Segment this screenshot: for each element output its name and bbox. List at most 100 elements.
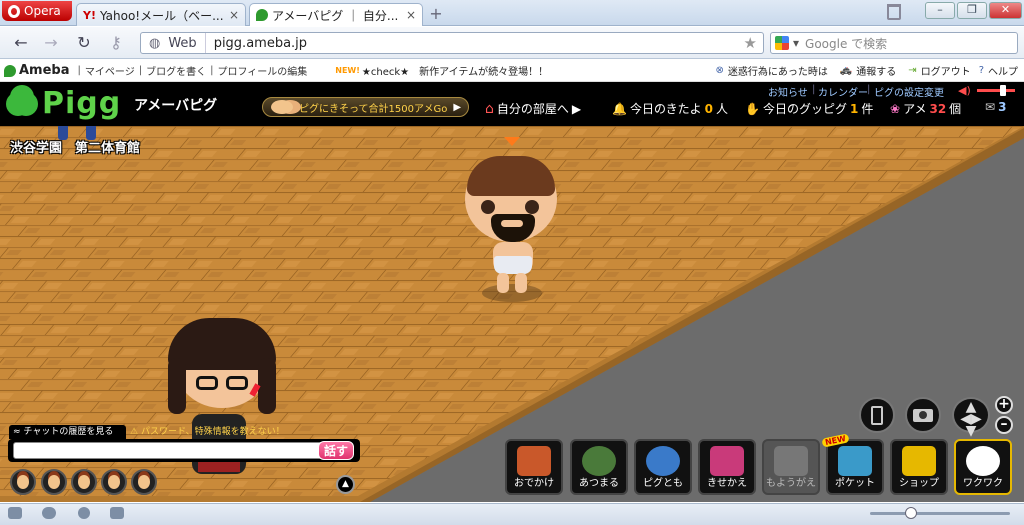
dock-kisekae[interactable]: きせかえ: [698, 439, 756, 495]
emote-face-3[interactable]: [71, 469, 97, 495]
clothes-icon: [710, 446, 744, 476]
ameba-logo-text: Ameba: [19, 63, 70, 78]
promo-banner[interactable]: ピグにきそって合計1500アメGo ▶: [262, 97, 469, 117]
camera-small-icon[interactable]: [110, 507, 124, 519]
link-trouble[interactable]: 迷惑行為にあった時は: [728, 63, 828, 78]
visitors-counter[interactable]: 🔔 今日のきたよ 0 人: [612, 100, 728, 117]
mail-count: 3: [998, 100, 1007, 114]
new-tab-button[interactable]: +: [427, 5, 445, 23]
avatar-leg: [497, 273, 509, 293]
separator: |: [812, 84, 816, 95]
separator: |: [77, 65, 81, 76]
move-pad[interactable]: ▲ ◀▶ ▼: [952, 397, 990, 438]
tab-close-icon[interactable]: ×: [406, 8, 416, 22]
cloud-icon[interactable]: [42, 507, 56, 519]
chevron-up-icon: ≈: [13, 427, 21, 437]
tab-yahoo-mail[interactable]: Y! Yahoo!メール（ベー... ×: [76, 3, 246, 26]
emote-face-2[interactable]: [41, 469, 67, 495]
pigg-logo[interactable]: Pigg: [6, 86, 121, 121]
camera-button[interactable]: [905, 397, 941, 433]
pocket-icon: [838, 446, 872, 476]
dock-wakuwaku[interactable]: ワクワク: [954, 439, 1012, 495]
good-pigg-counter[interactable]: ✋ 今日のグッピグ 1 件: [745, 100, 873, 117]
dock-label: ショップ: [899, 478, 939, 489]
zoom-in-icon[interactable]: +: [995, 396, 1013, 414]
panel-toggle-icon[interactable]: [8, 507, 22, 519]
link-mypage[interactable]: マイページ: [85, 63, 135, 78]
link-calendar[interactable]: カレンダー: [818, 84, 868, 99]
volume-knob[interactable]: [1000, 85, 1006, 96]
globe-icon: ◍: [149, 35, 161, 51]
forward-icon[interactable]: →: [40, 33, 62, 53]
bookmark-star-icon[interactable]: ★: [744, 34, 763, 52]
avatar-underwear: [494, 256, 532, 274]
opera-menu-button[interactable]: Opera: [2, 1, 72, 21]
maximize-button[interactable]: ❐: [957, 2, 987, 19]
ghost-icon: [966, 446, 1000, 476]
ame-unit: 個: [949, 102, 962, 116]
address-bar[interactable]: ◍ Web pigg.ameba.jp ★: [140, 32, 764, 54]
opera-icon: [8, 4, 20, 18]
mail-counter[interactable]: ✉ 3: [985, 100, 1006, 114]
reload-icon[interactable]: ↻: [73, 33, 95, 53]
talk-button[interactable]: 話す: [318, 441, 354, 460]
emote-face-4[interactable]: [101, 469, 127, 495]
room-name: 渋谷学園 第二体育館: [10, 141, 141, 156]
warning-text: パスワード、特殊情報を教えない！: [140, 427, 285, 437]
dock-moyougae[interactable]: もようがえ: [762, 439, 820, 495]
furniture-icon: [774, 446, 808, 476]
ame-counter[interactable]: ❀ アメ 32 個: [890, 100, 961, 117]
close-window-button[interactable]: ✕: [989, 2, 1022, 19]
news-ticker[interactable]: ★check★ 新作アイテムが続々登場！！: [362, 63, 548, 78]
bell-icon: 🔔: [612, 101, 627, 116]
link-help[interactable]: ヘルプ: [988, 63, 1018, 78]
link-edit-profile[interactable]: プロフィールの編集: [217, 63, 307, 78]
opera-label: Opera: [24, 4, 61, 18]
ameba-logo[interactable]: Ameba: [4, 63, 70, 78]
emote-face-5[interactable]: [131, 469, 157, 495]
link-report[interactable]: 通報する: [856, 63, 896, 78]
link-news[interactable]: お知らせ: [768, 84, 808, 99]
emote-face-1[interactable]: [10, 469, 36, 495]
back-icon[interactable]: ←: [10, 33, 32, 53]
tab-ameba-pigg[interactable]: アメーバピグ ｜ 自分... ×: [249, 3, 423, 26]
zoom-out-icon[interactable]: –: [995, 416, 1013, 434]
avatar-pigg-bald[interactable]: [465, 156, 557, 248]
site-info-button[interactable]: ◍ Web: [141, 33, 206, 53]
avatar-pigg-glasses[interactable]: [168, 318, 276, 418]
google-icon: [775, 36, 789, 50]
arrow-down-icon[interactable]: ▼: [954, 424, 988, 438]
chat-input[interactable]: [13, 442, 325, 459]
zoom-slider[interactable]: [870, 512, 1010, 515]
search-field[interactable]: ▾ Google で検索: [770, 32, 1018, 54]
link-write-blog[interactable]: ブログを書く: [146, 63, 206, 78]
link-logout[interactable]: ログアウト: [921, 63, 971, 78]
phone-button[interactable]: [859, 397, 895, 433]
scroll-up-icon[interactable]: ▲: [336, 475, 355, 494]
pigg-logo-text: Pigg: [42, 86, 122, 121]
key-icon[interactable]: ⚷: [105, 33, 127, 53]
dock-piggtomo[interactable]: ピグとも: [634, 439, 692, 495]
security-warning: ⚠ パスワード、特殊情報を教えない！: [130, 425, 285, 439]
link-pigg-settings[interactable]: ピグの設定変更: [874, 84, 944, 99]
volume-slider[interactable]: [977, 89, 1015, 92]
chevron-down-icon[interactable]: ▾: [793, 36, 799, 50]
zoom-slider-knob[interactable]: [905, 507, 917, 519]
dock-atsumaru[interactable]: あつまる: [570, 439, 628, 495]
minimize-button[interactable]: –: [925, 2, 955, 19]
yahoo-favicon-icon: Y!: [83, 8, 96, 22]
tab-close-icon[interactable]: ×: [229, 8, 239, 22]
ame-count: 32: [929, 101, 947, 116]
dock-shop[interactable]: ショップ: [890, 439, 948, 495]
dock-label: ワクワク: [963, 478, 1003, 489]
network-icon[interactable]: [78, 507, 90, 519]
search-placeholder: Google で検索: [805, 36, 888, 51]
my-room-button[interactable]: ⌂ 自分の部屋へ ▶: [485, 100, 581, 117]
phone-icon: [871, 406, 883, 425]
chat-history-button[interactable]: ≈ チャットの履歴を見る: [9, 425, 126, 439]
dock-pocket[interactable]: ポケット: [826, 439, 884, 495]
trash-icon[interactable]: [887, 4, 901, 20]
speaker-icon[interactable]: ◀): [958, 84, 971, 97]
separator: |: [867, 84, 871, 95]
dock-odekake[interactable]: おでかけ: [505, 439, 563, 495]
